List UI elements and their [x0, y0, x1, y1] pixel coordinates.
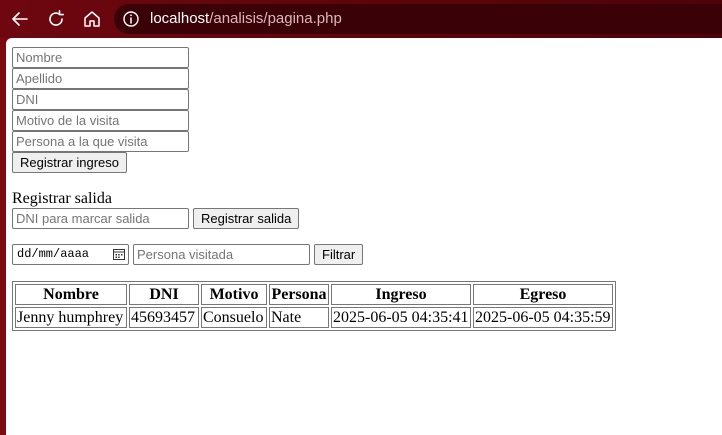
- filtrar-button[interactable]: Filtrar: [314, 244, 364, 265]
- page-viewport: Registrar ingreso Registrar salida Regis…: [6, 38, 722, 435]
- persona-input[interactable]: [12, 131, 189, 152]
- salida-title: Registrar salida: [12, 190, 112, 207]
- registrar-salida-button[interactable]: Registrar salida: [193, 208, 300, 229]
- back-button[interactable]: [8, 7, 32, 31]
- col-header-dni: DNI: [129, 284, 199, 305]
- table-row: Jenny humphrey 45693457 Consuelo Nate 20…: [15, 307, 613, 328]
- cell-nombre: Jenny humphrey: [15, 307, 127, 328]
- dni-input[interactable]: [12, 89, 189, 110]
- site-info-icon[interactable]: [122, 10, 140, 28]
- filter-form: dd/mm/aaaa Filtrar: [12, 244, 616, 265]
- salida-form: Registrar salida: [12, 208, 616, 229]
- home-icon: [84, 11, 100, 27]
- col-header-motivo: Motivo: [201, 284, 267, 305]
- home-button[interactable]: [80, 7, 104, 31]
- col-header-nombre: Nombre: [15, 284, 127, 305]
- col-header-egreso: Egreso: [473, 284, 613, 305]
- col-header-ingreso: Ingreso: [331, 284, 471, 305]
- date-filter-input[interactable]: dd/mm/aaaa: [12, 244, 129, 265]
- cell-persona: Nate: [269, 307, 329, 328]
- visits-table: Nombre DNI Motivo Persona Ingreso Egreso…: [12, 281, 616, 331]
- browser-toolbar: localhost/analisis/pagina.php: [0, 0, 722, 38]
- col-header-persona: Persona: [269, 284, 329, 305]
- date-placeholder: dd/mm/aaaa: [17, 247, 90, 261]
- cell-motivo: Consuelo: [201, 307, 267, 328]
- url-host: localhost: [150, 10, 210, 27]
- motivo-input[interactable]: [12, 110, 189, 131]
- calendar-icon[interactable]: [113, 248, 125, 260]
- page-content: Registrar ingreso Registrar salida Regis…: [12, 47, 616, 331]
- apellido-input[interactable]: [12, 68, 189, 89]
- ingreso-form: Registrar ingreso: [12, 47, 616, 173]
- address-bar[interactable]: localhost/analisis/pagina.php: [114, 4, 722, 34]
- cell-ingreso: 2025-06-05 04:35:41: [331, 307, 471, 328]
- persona-visitada-input[interactable]: [133, 244, 310, 265]
- cell-dni: 45693457: [129, 307, 199, 328]
- reload-button[interactable]: [44, 7, 68, 31]
- registrar-ingreso-button[interactable]: Registrar ingreso: [12, 152, 127, 173]
- nombre-input[interactable]: [12, 47, 189, 68]
- table-header-row: Nombre DNI Motivo Persona Ingreso Egreso: [15, 284, 613, 305]
- dni-salida-input[interactable]: [12, 208, 189, 229]
- cell-egreso: 2025-06-05 04:35:59: [473, 307, 613, 328]
- back-arrow-icon: [12, 12, 28, 26]
- url-text: localhost/analisis/pagina.php: [150, 10, 342, 28]
- url-path: /analisis/pagina.php: [209, 10, 342, 27]
- reload-icon: [49, 10, 64, 26]
